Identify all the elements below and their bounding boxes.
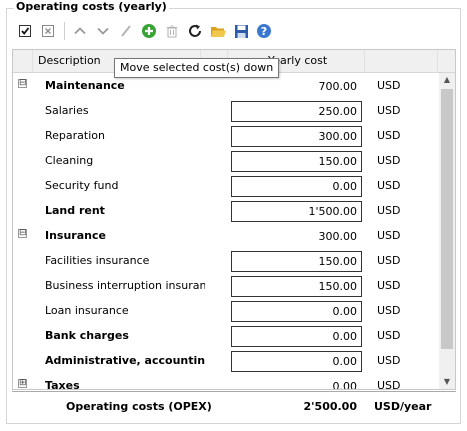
cost-input[interactable]: 0.00: [231, 301, 362, 322]
deselect-icon[interactable]: [37, 20, 59, 42]
table-row[interactable]: Loan insurance 0.00 USD: [13, 298, 438, 323]
open-folder-icon[interactable]: [207, 20, 229, 42]
table-row[interactable]: Facilities insurance 150.00 USD: [13, 248, 438, 273]
row-label: Facilities insurance: [45, 254, 150, 267]
currency-label: USD: [377, 304, 401, 317]
select-all-icon[interactable]: [14, 20, 36, 42]
total-unit: USD/year: [374, 400, 432, 413]
cost-input[interactable]: 150.00: [231, 251, 362, 272]
row-label: Reparation: [45, 129, 105, 142]
move-up-icon[interactable]: [69, 20, 91, 42]
currency-label: USD: [377, 379, 401, 390]
cost-input[interactable]: 0.00: [231, 326, 362, 347]
toolbar: ?: [14, 20, 276, 42]
expand-icon[interactable]: ⊞: [18, 379, 27, 388]
table-row[interactable]: Reparation 300.00 USD: [13, 123, 438, 148]
table-row[interactable]: Bank charges 0.00 USD: [13, 323, 438, 348]
costs-grid: Description Yearly cost ⊟ Maintenance 700.…: [12, 49, 456, 390]
currency-label: USD: [377, 329, 401, 342]
currency-label: USD: [377, 129, 401, 142]
expander-header: [13, 50, 33, 72]
cost-subtotal: 0.00: [332, 380, 358, 390]
cost-input[interactable]: 250.00: [231, 101, 362, 122]
table-row[interactable]: Security fund 0.00 USD: [13, 173, 438, 198]
help-icon[interactable]: ?: [253, 20, 275, 42]
collapse-icon[interactable]: ⊟: [18, 79, 27, 88]
table-row[interactable]: Business interruption insurance 150.00 USD: [13, 273, 438, 298]
toolbar-separator: [64, 22, 65, 40]
table-row[interactable]: ⊞ Taxes 0.00 USD: [13, 373, 438, 390]
currency-label: USD: [377, 104, 401, 117]
currency-label: USD: [377, 154, 401, 167]
scroll-up-icon[interactable]: ▲: [442, 75, 452, 85]
scroll-down-icon[interactable]: ▼: [442, 377, 452, 387]
row-label: Land rent: [45, 204, 105, 217]
vertical-scrollbar[interactable]: ▲ ▼: [439, 73, 455, 389]
total-label: Operating costs (OPEX): [66, 400, 212, 413]
row-label: Administrative, accounting: [45, 354, 205, 367]
table-row[interactable]: Cleaning 150.00 USD: [13, 148, 438, 173]
row-label: Salaries: [45, 104, 89, 117]
cost-input[interactable]: 1'500.00: [231, 201, 362, 222]
move-down-icon[interactable]: [92, 20, 114, 42]
footer-total: Operating costs (OPEX) 2'500.00 USD/year: [12, 391, 456, 422]
row-label: Taxes: [45, 379, 80, 390]
currency-label: USD: [377, 279, 401, 292]
collapse-icon[interactable]: ⊟: [18, 229, 27, 238]
refresh-icon[interactable]: [184, 20, 206, 42]
cost-subtotal: 300.00: [318, 230, 358, 243]
row-label: Cleaning: [45, 154, 94, 167]
cost-subtotal: 700.00: [318, 80, 358, 93]
cost-input[interactable]: 300.00: [231, 126, 362, 147]
svg-text:?: ?: [261, 25, 267, 38]
row-label: Business interruption insurance: [45, 279, 205, 292]
currency-label: USD: [377, 204, 401, 217]
save-icon[interactable]: [230, 20, 252, 42]
tooltip: Move selected cost(s) down: [114, 58, 280, 78]
currency-label: USD: [377, 79, 401, 92]
total-value: 2'500.00: [303, 400, 357, 413]
edit-icon[interactable]: [115, 20, 137, 42]
currency-label: USD: [377, 354, 401, 367]
scrollbar-thumb[interactable]: [441, 89, 453, 349]
add-icon[interactable]: [138, 20, 160, 42]
currency-label: USD: [377, 229, 401, 242]
cost-input[interactable]: 150.00: [231, 276, 362, 297]
table-row[interactable]: Land rent 1'500.00 USD: [13, 198, 438, 223]
table-row[interactable]: Salaries 250.00 USD: [13, 98, 438, 123]
row-label: Insurance: [45, 229, 106, 242]
cost-input[interactable]: 0.00: [231, 351, 362, 372]
cost-input[interactable]: 150.00: [231, 151, 362, 172]
table-row[interactable]: Administrative, accounting 0.00 USD: [13, 348, 438, 373]
row-label: Bank charges: [45, 329, 129, 342]
table-row[interactable]: ⊟ Insurance 300.00 USD: [13, 223, 438, 248]
currency-label: USD: [377, 179, 401, 192]
row-label: Security fund: [45, 179, 119, 192]
delete-icon[interactable]: [161, 20, 183, 42]
cost-input[interactable]: 0.00: [231, 176, 362, 197]
currency-label: USD: [377, 254, 401, 267]
row-label: Loan insurance: [45, 304, 129, 317]
column-header-currency[interactable]: [365, 50, 438, 72]
group-title: Operating costs (yearly): [14, 0, 169, 13]
